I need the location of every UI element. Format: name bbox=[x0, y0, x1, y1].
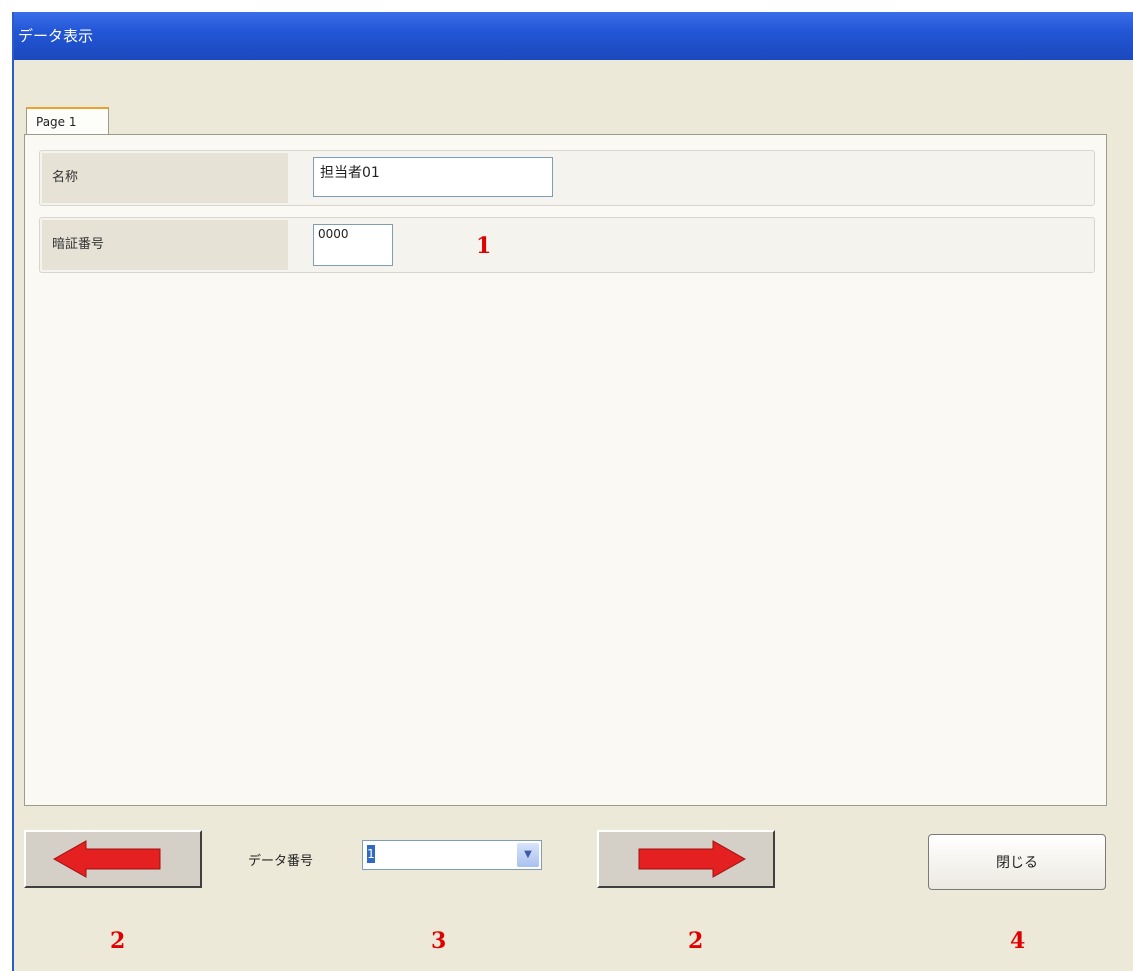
right-arrow-icon bbox=[638, 840, 747, 878]
name-input[interactable]: 担当者01 bbox=[313, 157, 553, 197]
field-row-name: 名称 担当者01 bbox=[39, 150, 1095, 206]
previous-record-button[interactable] bbox=[24, 830, 202, 888]
field-row-pin: 暗証番号 0000 bbox=[39, 217, 1095, 273]
name-label: 名称 bbox=[42, 153, 288, 203]
close-button[interactable]: 閉じる bbox=[928, 834, 1106, 890]
chevron-down-icon[interactable]: ▼ bbox=[517, 843, 539, 867]
pin-input[interactable]: 0000 bbox=[313, 224, 393, 266]
annotation-2-left: 2 bbox=[110, 928, 126, 954]
annotation-3: 3 bbox=[431, 928, 447, 954]
annotation-2-right: 2 bbox=[688, 928, 704, 954]
pin-label: 暗証番号 bbox=[42, 220, 288, 270]
annotation-1: 1 bbox=[476, 233, 492, 259]
next-record-button[interactable] bbox=[597, 830, 775, 888]
tab-page-1[interactable]: Page 1 bbox=[26, 107, 109, 135]
window-title: データ表示 bbox=[18, 27, 94, 45]
left-arrow-icon bbox=[52, 840, 161, 878]
annotation-4: 4 bbox=[1010, 928, 1026, 954]
data-number-select[interactable]: 1 ▼ bbox=[362, 840, 542, 870]
tab-panel: 名称 担当者01 暗証番号 0000 bbox=[24, 134, 1107, 806]
tab-label: Page 1 bbox=[36, 115, 77, 129]
title-bar: データ表示 bbox=[14, 12, 1133, 60]
data-number-value: 1 bbox=[367, 845, 375, 863]
data-number-label: データ番号 bbox=[248, 854, 314, 869]
